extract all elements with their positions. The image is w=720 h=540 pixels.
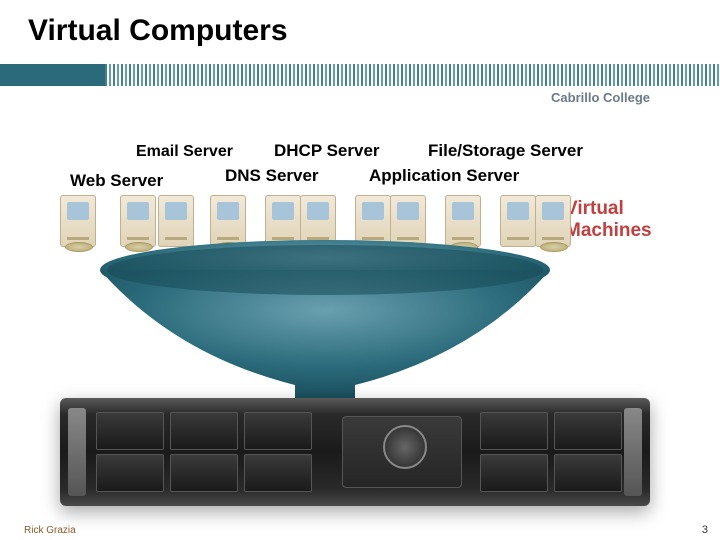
drive-bay bbox=[170, 412, 238, 450]
drive-bay bbox=[244, 412, 312, 450]
funnel-icon bbox=[95, 240, 555, 410]
drive-bay bbox=[96, 454, 164, 492]
funnel-graphic bbox=[95, 240, 555, 410]
drive-bay bbox=[554, 412, 622, 450]
vm-line1: Virtual bbox=[565, 198, 624, 219]
rack-handle bbox=[624, 408, 642, 496]
label-email-server: Email Server bbox=[136, 143, 233, 161]
drive-bay bbox=[480, 454, 548, 492]
vm-icon bbox=[60, 195, 96, 247]
header-bar bbox=[0, 64, 720, 86]
slide-title: Virtual Computers bbox=[28, 14, 288, 48]
header-solid bbox=[0, 64, 105, 86]
footer-author: Rick Grazia bbox=[24, 525, 76, 536]
drive-bay bbox=[480, 412, 548, 450]
footer-page-number: 3 bbox=[702, 524, 708, 536]
vm-line2: Machines bbox=[565, 220, 652, 241]
college-name: Cabrillo College bbox=[551, 90, 650, 105]
rack-handle bbox=[68, 408, 86, 496]
drive-bay bbox=[244, 454, 312, 492]
drive-bay bbox=[96, 412, 164, 450]
drive-bay bbox=[554, 454, 622, 492]
label-dhcp-server: DHCP Server bbox=[274, 141, 380, 161]
label-dns-server: DNS Server bbox=[225, 166, 319, 186]
label-virtual-machines: Virtual Machines bbox=[565, 198, 652, 242]
label-app-server: Application Server bbox=[369, 166, 519, 186]
header-stripes bbox=[105, 64, 720, 86]
label-file-server: File/Storage Server bbox=[428, 141, 583, 161]
label-web-server: Web Server bbox=[70, 171, 163, 191]
drive-bay bbox=[170, 454, 238, 492]
server-control-panel bbox=[342, 416, 462, 488]
physical-server bbox=[60, 398, 650, 506]
disk-icon bbox=[65, 242, 93, 252]
